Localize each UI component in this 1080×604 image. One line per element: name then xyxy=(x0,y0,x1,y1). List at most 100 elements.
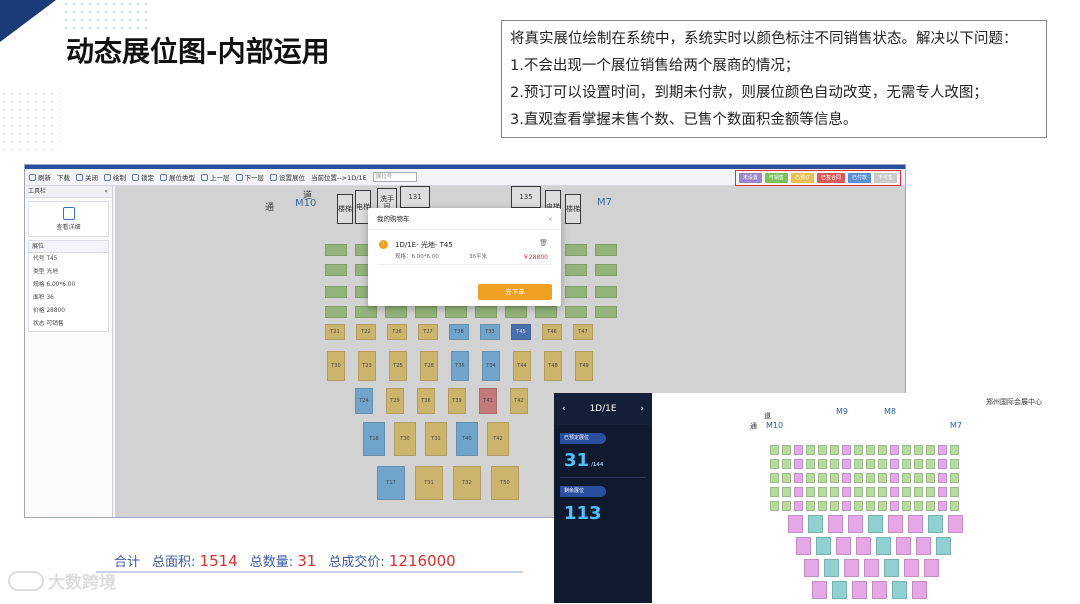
description-line: 1.不会出现一个展位销售给两个展商的情况； xyxy=(510,58,800,74)
public-booth xyxy=(902,473,911,483)
remain-value: 113 xyxy=(564,503,602,524)
toolbar-label: 锁定 xyxy=(141,174,154,182)
next-icon[interactable]: › xyxy=(640,404,644,414)
checkout-button[interactable]: 去下单 xyxy=(478,284,552,300)
lock-icon xyxy=(132,173,139,181)
public-booth xyxy=(890,501,899,511)
public-booth xyxy=(852,581,867,599)
down-icon xyxy=(235,173,243,181)
toolbar-booth-type[interactable]: 展位类型 xyxy=(160,172,195,182)
legend-unavailable[interactable]: 不可售 xyxy=(873,173,897,183)
toolbar-close[interactable]: 关闭 xyxy=(76,172,98,182)
public-booth xyxy=(818,487,827,497)
collapse-icon[interactable]: « xyxy=(104,186,108,197)
description-line: 将真实展位绘制在系统中，系统实时以颜色标注不同销售状态。解决以下问题： xyxy=(510,31,1018,47)
public-booth xyxy=(914,473,923,483)
public-booth xyxy=(864,559,879,577)
public-booth xyxy=(788,515,803,533)
public-booth xyxy=(830,501,839,511)
amount-value: 1216000 xyxy=(388,551,456,570)
close-icon[interactable]: × xyxy=(548,208,553,230)
public-booth xyxy=(812,581,827,599)
field-value: T45 xyxy=(46,256,58,262)
public-booth xyxy=(890,445,899,455)
booth-field: 状态 可销售 xyxy=(29,318,108,331)
public-booth xyxy=(950,459,959,469)
toolbar-download[interactable]: 下载 xyxy=(57,172,70,182)
warning-icon: ! xyxy=(379,240,388,249)
close-icon xyxy=(76,173,83,181)
sold-total: /144 xyxy=(591,462,604,468)
public-booth xyxy=(770,445,779,455)
public-booth xyxy=(830,473,839,483)
status-legend: 未设置 可销售 已预订 已签合同 已付款 不可售 xyxy=(734,170,901,186)
public-booth xyxy=(916,537,931,555)
view-detail-button[interactable]: 查看详细 xyxy=(28,201,109,237)
toolbar-draw[interactable]: 绘制 xyxy=(104,172,126,182)
legend-contracted[interactable]: 已签合同 xyxy=(816,173,845,183)
toolbar-next-floor[interactable]: 下一层 xyxy=(235,172,264,182)
booth-field: 类型 光地 xyxy=(29,266,108,279)
area-value: 1514 xyxy=(199,551,238,570)
up-icon xyxy=(201,173,208,181)
toolbar-label: 设置展位 xyxy=(279,174,305,182)
public-booth xyxy=(936,537,951,555)
dot-pattern-left xyxy=(0,90,60,150)
booth-info-header: 展位 xyxy=(29,241,108,253)
public-booth xyxy=(926,445,935,455)
legend-paid[interactable]: 已付款 xyxy=(847,173,871,183)
gear-icon xyxy=(270,173,277,181)
public-booth xyxy=(856,537,871,555)
public-booth xyxy=(878,445,887,455)
public-booth xyxy=(926,501,935,511)
public-booth xyxy=(878,473,887,483)
public-booth xyxy=(806,445,815,455)
workbar-panel: 工具栏 « 查看详细 展位 代号 T45 类型 光地 规格 6.00*6.00 面… xyxy=(25,186,113,517)
passage-label: 通 xyxy=(750,422,757,430)
trash-icon[interactable]: 🗑 xyxy=(539,239,548,247)
field-value: 可销售 xyxy=(46,321,64,327)
hall-switcher: ‹ 1D/1E › xyxy=(554,393,652,425)
public-booth xyxy=(770,473,779,483)
field-label: 状态 xyxy=(33,321,45,327)
public-booth xyxy=(794,501,803,511)
toolbar-refresh[interactable]: 刷新 xyxy=(29,172,51,182)
toolbar-set-booth[interactable]: 设置展位 xyxy=(270,172,305,182)
public-booth xyxy=(866,487,875,497)
remain-count: 113 xyxy=(564,503,652,524)
summary-area: 总面积: 1514 xyxy=(152,551,238,570)
public-booth xyxy=(818,459,827,469)
booth-search-input[interactable]: 展位号 xyxy=(372,172,417,182)
public-booth xyxy=(914,487,923,497)
public-booth xyxy=(796,537,811,555)
public-booth xyxy=(854,501,863,511)
public-booth xyxy=(782,487,791,497)
legend-reserved[interactable]: 已预订 xyxy=(790,173,814,183)
toolbar-prev-floor[interactable]: 上一层 xyxy=(201,172,230,182)
remain-tag: 剩余展位 xyxy=(560,486,606,497)
legend-unset[interactable]: 未设置 xyxy=(738,173,762,183)
cart-item-name: 1D/1E- 光地- T45 xyxy=(395,241,453,249)
workbar-title: 工具栏 xyxy=(28,188,47,195)
public-booth xyxy=(866,459,875,469)
description-box: 将真实展位绘制在系统中，系统实时以颜色标注不同销售状态。解决以下问题： 1.不会… xyxy=(501,20,1047,138)
prev-icon[interactable]: ‹ xyxy=(562,404,566,414)
document-icon xyxy=(62,207,75,220)
public-booth xyxy=(876,537,891,555)
cart-item-area: 36平米 xyxy=(469,254,487,260)
public-booth xyxy=(950,487,959,497)
field-label: 面积 xyxy=(33,295,45,301)
public-booth xyxy=(794,487,803,497)
public-booth xyxy=(866,501,875,511)
public-booth xyxy=(782,445,791,455)
sold-tag: 已预定展位 xyxy=(560,433,606,444)
toolbar-lock[interactable]: 锁定 xyxy=(132,172,154,182)
public-booth xyxy=(928,515,943,533)
count-label: 总数量: xyxy=(249,554,294,570)
public-booth xyxy=(884,559,899,577)
toolbar-label: 展位类型 xyxy=(169,174,195,182)
booth-field: 规格 6.00*6.00 xyxy=(29,279,108,292)
summary-count: 总数量: 31 xyxy=(250,551,317,570)
public-booth xyxy=(924,559,939,577)
legend-available[interactable]: 可销售 xyxy=(764,173,788,183)
